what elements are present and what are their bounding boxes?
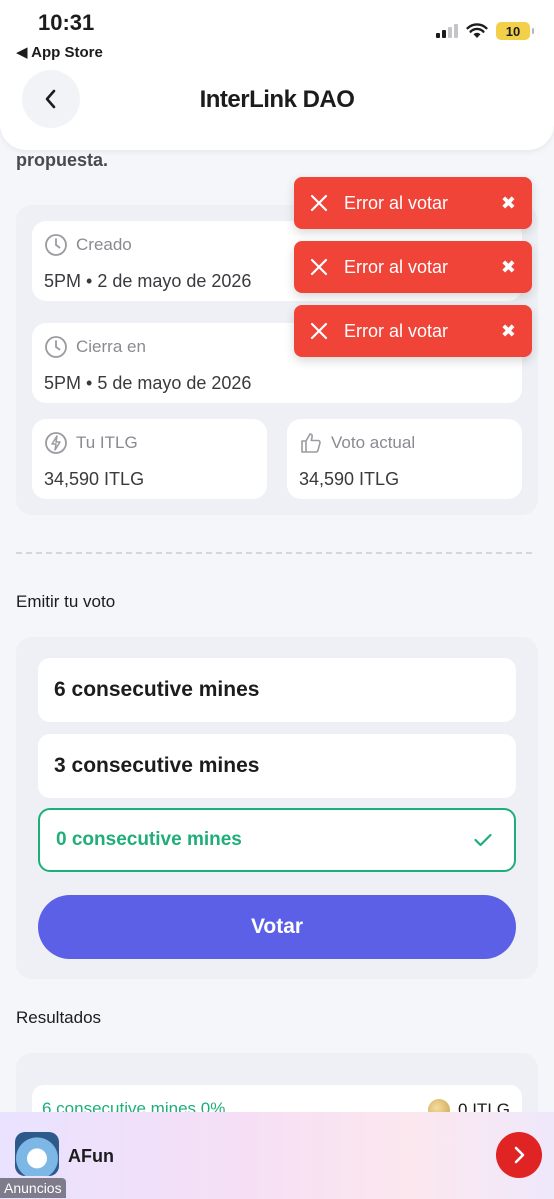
toast-dismiss-button[interactable]: ✖ — [501, 193, 516, 214]
current-vote-card: Voto actual 34,590 ITLG — [287, 419, 522, 499]
balance-card: Tu ITLG 34,590 ITLG — [32, 419, 267, 499]
toast-message: Error al votar — [344, 256, 449, 277]
results-section-title: Resultados — [16, 1008, 102, 1027]
app-logo-icon — [15, 1132, 59, 1176]
close-icon — [310, 194, 328, 212]
vote-panel: 6 consecutive mines 3 consecutive mines … — [16, 637, 538, 979]
toast-dismiss-button[interactable]: ✖ — [501, 321, 516, 342]
error-toast: Error al votar ✖ — [294, 241, 532, 293]
dashed-divider — [16, 552, 532, 554]
vote-button[interactable]: Votar — [38, 895, 516, 959]
clock-icon — [45, 336, 67, 358]
toast-message: Error al votar — [344, 320, 449, 341]
error-toast: Error al votar ✖ — [294, 305, 532, 357]
checkmark-icon — [474, 833, 492, 847]
vote-option-label: 6 consecutive mines — [54, 678, 260, 701]
ad-app-name: AFun — [68, 1146, 114, 1166]
created-label: Creado — [76, 235, 132, 254]
wifi-icon — [466, 23, 488, 38]
close-icon — [310, 322, 328, 340]
battery-indicator: 10 — [496, 22, 534, 40]
balance-label: Tu ITLG — [76, 433, 138, 452]
created-value: 5PM • 2 de mayo de 2026 — [44, 271, 252, 291]
vote-section-title: Emitir tu voto — [16, 592, 116, 611]
toast-dismiss-button[interactable]: ✖ — [501, 257, 516, 278]
current-vote-label: Voto actual — [331, 433, 416, 452]
vote-option-label: 3 consecutive mines — [54, 754, 260, 777]
back-to-app-store-link[interactable]: ◀ App Store — [16, 43, 103, 61]
current-vote-value: 34,590 ITLG — [299, 469, 400, 489]
lightning-icon — [45, 432, 67, 454]
balance-value: 34,590 ITLG — [44, 469, 145, 489]
ad-open-button[interactable] — [496, 1132, 542, 1178]
vote-option[interactable]: 3 consecutive mines — [38, 734, 516, 798]
status-time: 10:31 — [38, 10, 95, 35]
chevron-right-icon — [514, 1146, 525, 1164]
ad-banner[interactable]: AFun Anuncios — [0, 1112, 554, 1199]
cellular-signal-icon — [436, 24, 458, 38]
status-icons: 10 — [436, 22, 534, 40]
thumbs-up-icon — [301, 433, 321, 453]
closes-value: 5PM • 5 de mayo de 2026 — [44, 373, 252, 393]
close-icon — [310, 258, 328, 276]
error-toast: Error al votar ✖ — [294, 177, 532, 229]
clock-icon — [45, 234, 67, 256]
header-bar: 10:31 ◀ App Store 10 InterLink DAO — [0, 0, 554, 150]
closes-label: Cierra en — [76, 337, 146, 356]
toast-message: Error al votar — [344, 192, 449, 213]
page-title: InterLink DAO — [199, 86, 355, 113]
ad-label: Anuncios — [0, 1178, 66, 1198]
vote-option-selected[interactable]: 0 consecutive mines — [38, 808, 516, 872]
vote-option-label: 0 consecutive mines — [56, 829, 242, 850]
proposal-description: propuesta. — [16, 150, 109, 170]
vote-option[interactable]: 6 consecutive mines — [38, 658, 516, 722]
